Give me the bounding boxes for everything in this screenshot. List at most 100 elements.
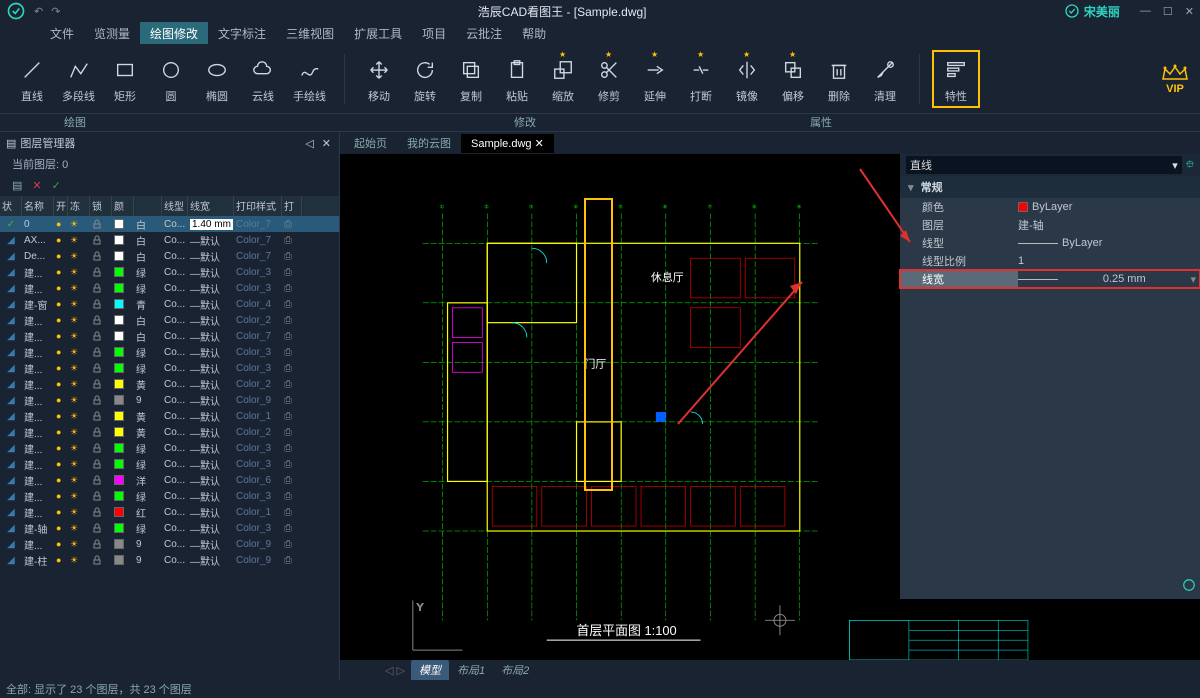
freehand-button[interactable]: 手绘线 <box>287 52 332 106</box>
object-type-dropdown[interactable]: 直线▾ <box>906 156 1182 174</box>
menu-6[interactable]: 项目 <box>412 22 456 45</box>
layers-tool-icon[interactable]: ▤ <box>12 179 22 192</box>
layer-row[interactable]: ◢AX...●☀白Co...—默认Color_7⎙ <box>0 232 339 248</box>
layer-row[interactable]: ◢建-柱●☀9Co...—默认Color_9⎙ <box>0 552 339 568</box>
layer-row[interactable]: ◢建...●☀绿Co...—默认Color_3⎙ <box>0 488 339 504</box>
drawing-canvas[interactable]: ①②③④ ⑤⑥⑦⑧⑨ <box>340 154 1200 660</box>
offset-icon <box>777 54 809 86</box>
file-tabs: 起始页我的云图Sample.dwg ✕ <box>340 132 1200 154</box>
menu-5[interactable]: 扩展工具 <box>344 22 412 45</box>
circle-button[interactable]: 圆 <box>149 52 193 106</box>
selection-grip[interactable] <box>656 412 666 422</box>
close-panel-icon[interactable]: ✕ <box>320 137 333 150</box>
vip-badge[interactable]: VIP <box>1160 63 1190 95</box>
model-tab[interactable]: 布局1 <box>449 660 493 680</box>
maximize-icon[interactable]: ☐ <box>1163 5 1173 18</box>
layer-row[interactable]: ✓0●☀白Co...1.40 mmColor_7⎙ <box>0 216 339 232</box>
file-tab[interactable]: 我的云图 <box>397 132 461 154</box>
copy-icon <box>455 54 487 86</box>
layer-row[interactable]: ◢建...●☀9Co...—默认Color_9⎙ <box>0 536 339 552</box>
move-button[interactable]: 移动 <box>357 52 401 106</box>
file-tab[interactable]: Sample.dwg ✕ <box>461 134 554 153</box>
svg-text:Y: Y <box>417 602 424 613</box>
svg-text:⑤: ⑤ <box>618 205 623 211</box>
ribbon-group-labels: 绘图 修改 属性 <box>0 114 1200 132</box>
menu-2[interactable]: 绘图修改 <box>140 22 208 45</box>
layer-row[interactable]: ◢建...●☀绿Co...—默认Color_3⎙ <box>0 360 339 376</box>
trim-button[interactable]: ★修剪 <box>587 52 631 106</box>
menu-7[interactable]: 云批注 <box>456 22 512 45</box>
mirror-button[interactable]: ★镜像 <box>725 52 769 106</box>
copy-button[interactable]: 复制 <box>449 52 493 106</box>
collapse-left-icon[interactable]: ◁ <box>303 137 315 150</box>
close-icon[interactable]: ✕ <box>1185 5 1194 18</box>
model-space-tabs: ◁ ▷ 模型布局1布局2 <box>340 660 1200 680</box>
undo-icon[interactable]: ↶ <box>34 5 43 18</box>
delete-button[interactable]: 删除 <box>817 52 861 106</box>
paste-button[interactable]: 粘贴 <box>495 52 539 106</box>
rotate-button[interactable]: 旋转 <box>403 52 447 106</box>
layer-row[interactable]: ◢建...●☀白Co...—默认Color_7⎙ <box>0 328 339 344</box>
layer-rows[interactable]: ✓0●☀白Co...1.40 mmColor_7⎙◢AX...●☀白Co...—… <box>0 216 339 680</box>
ribbon-toolbar: 直线多段线矩形圆椭圆云线手绘线 移动旋转复制粘贴★缩放★修剪★延伸★打断★镜像★… <box>0 44 1200 114</box>
layer-row[interactable]: ◢建...●☀黄Co...—默认Color_2⎙ <box>0 424 339 440</box>
menu-1[interactable]: 览测量 <box>84 22 140 45</box>
window-title: 浩辰CAD看图王 - [Sample.dwg] <box>60 3 1063 20</box>
property-row[interactable]: 线宽0.25 mm▾ <box>900 270 1200 288</box>
minimize-icon[interactable]: — <box>1140 5 1151 18</box>
svg-text:⑧: ⑧ <box>752 205 757 211</box>
polyline-button[interactable]: 多段线 <box>56 52 101 106</box>
extend-button[interactable]: ★延伸 <box>633 52 677 106</box>
line-icon <box>16 54 48 86</box>
layer-row[interactable]: ◢建...●☀洋Co...—默认Color_6⎙ <box>0 472 339 488</box>
layer-row[interactable]: ◢建...●☀绿Co...—默认Color_3⎙ <box>0 440 339 456</box>
layer-row[interactable]: ◢建...●☀黄Co...—默认Color_1⎙ <box>0 408 339 424</box>
properties-button[interactable]: 特性 <box>932 50 980 108</box>
menu-8[interactable]: 帮助 <box>512 22 556 45</box>
layer-row[interactable]: ◢建...●☀红Co...—默认Color_1⎙ <box>0 504 339 520</box>
property-row[interactable]: 线型ByLayer <box>900 234 1200 252</box>
layer-row[interactable]: ◢建...●☀绿Co...—默认Color_3⎙ <box>0 344 339 360</box>
svg-text:⑦: ⑦ <box>707 205 712 211</box>
menu-4[interactable]: 三维视图 <box>276 22 344 45</box>
model-tab[interactable]: 布局2 <box>493 660 537 680</box>
paste-icon <box>501 54 533 86</box>
tab-nav-icon[interactable]: ◁ ▷ <box>385 664 405 677</box>
layer-row[interactable]: ◢建-轴●☀绿Co...—默认Color_3⎙ <box>0 520 339 536</box>
layer-row[interactable]: ◢建...●☀绿Co...—默认Color_3⎙ <box>0 280 339 296</box>
layer-row[interactable]: ◢建...●☀黄Co...—默认Color_2⎙ <box>0 376 339 392</box>
property-row[interactable]: 线型比例1 <box>900 252 1200 270</box>
ellipse-button[interactable]: 椭圆 <box>195 52 239 106</box>
brand-icon <box>1182 578 1196 595</box>
file-tab[interactable]: 起始页 <box>344 132 397 154</box>
property-row[interactable]: 图层建-轴 <box>900 216 1200 234</box>
layer-row[interactable]: ◢建...●☀绿Co...—默认Color_3⎙ <box>0 456 339 472</box>
property-row[interactable]: 颜色ByLayer <box>900 198 1200 216</box>
delete-layer-icon[interactable]: ✕ <box>32 179 41 192</box>
menu-0[interactable]: 文件 <box>40 22 84 45</box>
line-button[interactable]: 直线 <box>10 52 54 106</box>
status-bar: 全部: 显示了 23 个图层，共 23 个图层 <box>0 680 1200 698</box>
redo-icon[interactable]: ↷ <box>51 5 60 18</box>
svg-text:首层平面图 1:100: 首层平面图 1:100 <box>577 623 677 638</box>
layer-row[interactable]: ◢建-窗●☀青Co...—默认Color_4⎙ <box>0 296 339 312</box>
layer-row[interactable]: ◢De...●☀白Co...—默认Color_7⎙ <box>0 248 339 264</box>
rect-button[interactable]: 矩形 <box>103 52 147 106</box>
model-tab[interactable]: 模型 <box>411 660 449 680</box>
properties-icon <box>940 54 972 86</box>
props-section-header[interactable]: ▾ 常规 <box>900 176 1200 198</box>
scale-button[interactable]: ★缩放 <box>541 52 585 106</box>
menu-3[interactable]: 文字标注 <box>208 22 276 45</box>
offset-button[interactable]: ★偏移 <box>771 52 815 106</box>
set-current-icon[interactable]: ✓ <box>52 179 61 192</box>
layer-row[interactable]: ◢建...●☀白Co...—默认Color_2⎙ <box>0 312 339 328</box>
user-brand[interactable]: 宋美丽 <box>1064 3 1120 20</box>
layer-row[interactable]: ◢建...●☀9Co...—默认Color_9⎙ <box>0 392 339 408</box>
select-objects-icon[interactable]: ⯐ <box>1186 156 1194 175</box>
title-bar: ↶ ↷ 浩辰CAD看图王 - [Sample.dwg] 宋美丽 — ☐ ✕ <box>0 0 1200 22</box>
purge-button[interactable]: 清理 <box>863 52 907 106</box>
layer-table-header: 状态 名称 开 冻结 锁定 颜色 线型 线宽 打印样式 打印 <box>0 196 339 216</box>
break-button[interactable]: ★打断 <box>679 52 723 106</box>
cloud-button[interactable]: 云线 <box>241 52 285 106</box>
layer-row[interactable]: ◢建...●☀绿Co...—默认Color_3⎙ <box>0 264 339 280</box>
